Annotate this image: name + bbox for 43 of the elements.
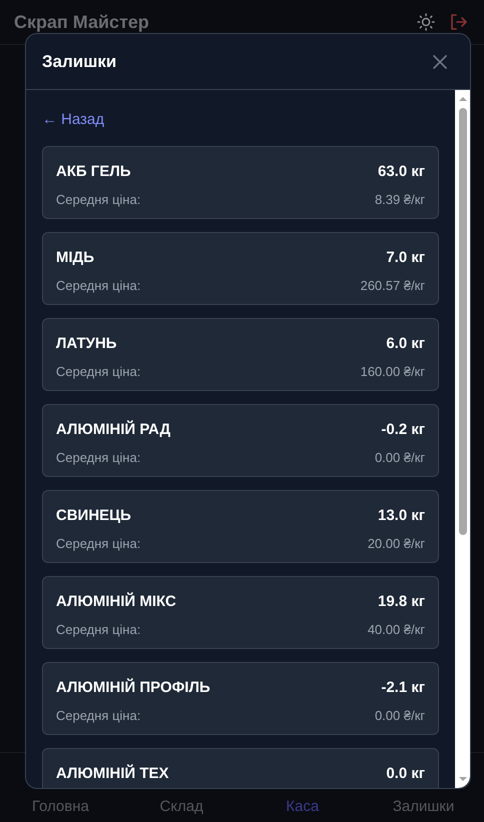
price-label: Середня ціна: <box>56 449 141 467</box>
material-name: СВИНЕЦЬ <box>56 506 132 526</box>
nav-tab[interactable]: Склад <box>121 796 242 818</box>
scrollbar[interactable] <box>455 90 470 788</box>
price-label: Середня ціна: <box>56 363 141 381</box>
material-name: АЛЮМІНІЙ РАД <box>56 419 170 440</box>
app-title: Скрап Майстер <box>14 10 150 34</box>
back-link[interactable]: ← Назад <box>42 109 439 132</box>
price-label: Середня ціна: <box>56 191 141 209</box>
average-price: 20.00 ₴/кг <box>368 535 425 553</box>
average-price: 160.00 ₴/кг <box>360 363 425 381</box>
quantity: 63.0 кг <box>378 162 425 182</box>
material-name: АЛЮМІНІЙ МІКС <box>56 591 176 612</box>
average-price: 260.57 ₴/кг <box>360 277 425 295</box>
average-price: 40.00 ₴/кг <box>368 621 425 639</box>
quantity: 0.0 кг <box>386 764 425 784</box>
quantity: -2.1 кг <box>381 678 425 698</box>
modal-title: Залишки <box>42 50 116 73</box>
price-label: Середня ціна: <box>56 535 141 553</box>
average-price: 8.39 ₴/кг <box>374 191 425 209</box>
average-price: 0.00 ₴/кг <box>374 707 425 725</box>
scroll-down-icon[interactable] <box>458 776 466 782</box>
price-label: Середня ціна: <box>56 277 141 295</box>
average-price: 0.00 ₴/кг <box>374 449 425 467</box>
quantity: 13.0 кг <box>378 506 425 526</box>
price-label: Середня ціна: <box>56 621 141 639</box>
nav-tab[interactable]: Головна <box>0 796 121 818</box>
price-label: Середня ціна: <box>56 707 141 725</box>
close-icon[interactable] <box>432 54 448 70</box>
logout-icon[interactable] <box>448 12 468 32</box>
quantity: 6.0 кг <box>386 334 425 354</box>
quantity: -0.2 кг <box>381 420 425 440</box>
material-name: АКБ ГЕЛЬ <box>56 162 131 182</box>
scroll-up-icon[interactable] <box>458 96 466 102</box>
theme-toggle-icon[interactable] <box>416 12 436 32</box>
material-name: АЛЮМІНІЙ ТЕХ <box>56 763 169 784</box>
nav-tab[interactable]: Залишки <box>363 796 484 818</box>
quantity: 19.8 кг <box>378 592 425 612</box>
material-name: МІДЬ <box>56 248 94 268</box>
quantity: 7.0 кг <box>386 248 425 268</box>
material-name: ЛАТУНЬ <box>56 334 117 354</box>
material-name: АЛЮМІНІЙ ПРОФІЛЬ <box>56 677 210 698</box>
nav-tab[interactable]: Каса <box>242 796 363 818</box>
